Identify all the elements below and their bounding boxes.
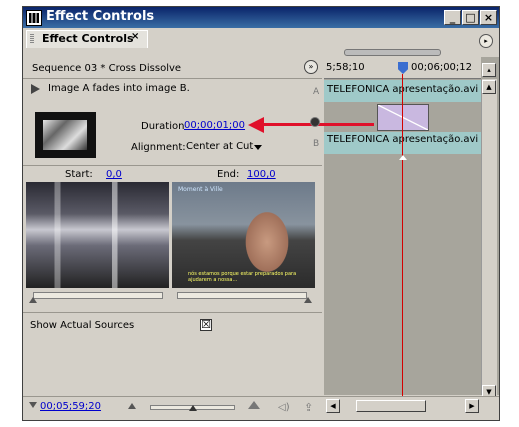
- timeline-zoom-bar[interactable]: [344, 49, 441, 56]
- panel-menu-icon[interactable]: ▸: [479, 34, 493, 48]
- end-label: End:: [217, 169, 240, 180]
- horizontal-scroll-thumb[interactable]: [356, 400, 426, 412]
- toggle-timeline-button[interactable]: »: [304, 60, 318, 74]
- chevron-down-icon[interactable]: [254, 145, 262, 150]
- ruler-time-right: 00;06;00;12: [411, 62, 473, 73]
- zoom-out-icon[interactable]: [128, 403, 136, 409]
- transition-edge-handle-icon[interactable]: [310, 117, 320, 127]
- track-a-label: A: [313, 87, 320, 97]
- divider: [23, 165, 322, 166]
- minimize-button[interactable]: _: [444, 10, 461, 25]
- show-actual-sources-label: Show Actual Sources: [30, 320, 135, 331]
- scroll-up-button[interactable]: ▲: [482, 80, 496, 94]
- preview-image-a: [26, 182, 169, 288]
- track-b-label: B: [313, 139, 320, 149]
- export-icon[interactable]: ⇪: [304, 401, 313, 414]
- scroll-top-button[interactable]: ▴: [482, 63, 496, 77]
- end-slider-handle[interactable]: [304, 297, 312, 303]
- maximize-button[interactable]: □: [462, 10, 479, 25]
- playhead-marker: [399, 155, 407, 160]
- start-input[interactable]: 0,0: [106, 169, 122, 180]
- timecode-icon: [29, 402, 37, 408]
- window-title: Effect Controls: [46, 9, 155, 24]
- close-button[interactable]: ×: [480, 10, 497, 25]
- start-label: Start:: [65, 169, 93, 180]
- scroll-right-button[interactable]: ▶: [465, 399, 479, 413]
- app-icon: [26, 10, 42, 26]
- current-time-input[interactable]: 00;05;59;20: [40, 401, 101, 412]
- effect-description: Image A fades into image B.: [48, 83, 190, 94]
- transition-clip[interactable]: [377, 104, 429, 131]
- tab-close-icon[interactable]: ×: [131, 31, 139, 42]
- grip-icon[interactable]: [30, 34, 34, 44]
- annotation-arrow-icon: [248, 117, 264, 133]
- divider: [23, 312, 322, 313]
- end-input[interactable]: 100,0: [247, 169, 276, 180]
- start-slider[interactable]: [33, 292, 163, 299]
- preview-caption-top: Moment à Ville: [178, 186, 223, 193]
- duration-label: Duration: [141, 121, 185, 132]
- audio-icon[interactable]: ◁): [278, 402, 290, 413]
- alignment-label: Alignment:: [131, 142, 186, 153]
- start-slider-handle[interactable]: [29, 297, 37, 303]
- playhead-line[interactable]: [402, 74, 403, 400]
- duration-input[interactable]: 00;00;01;00: [184, 120, 245, 131]
- tab-label: Effect Controls: [42, 32, 134, 45]
- scroll-left-button[interactable]: ◀: [326, 399, 340, 413]
- end-slider[interactable]: [177, 292, 307, 299]
- show-actual-sources-checkbox[interactable]: ☒: [200, 319, 212, 331]
- preview-subtitle: nós estamos porque estar preparados para…: [188, 271, 297, 283]
- play-icon[interactable]: [31, 84, 40, 94]
- sequence-name: Sequence 03 * Cross Dissolve: [32, 63, 182, 74]
- vertical-scrollbar[interactable]: [481, 79, 497, 395]
- zoom-slider-handle[interactable]: [189, 405, 197, 411]
- ruler-time-left: 5;58;10: [326, 62, 365, 73]
- transition-thumbnail: [35, 112, 96, 158]
- alignment-select[interactable]: Center at Cut: [186, 141, 253, 152]
